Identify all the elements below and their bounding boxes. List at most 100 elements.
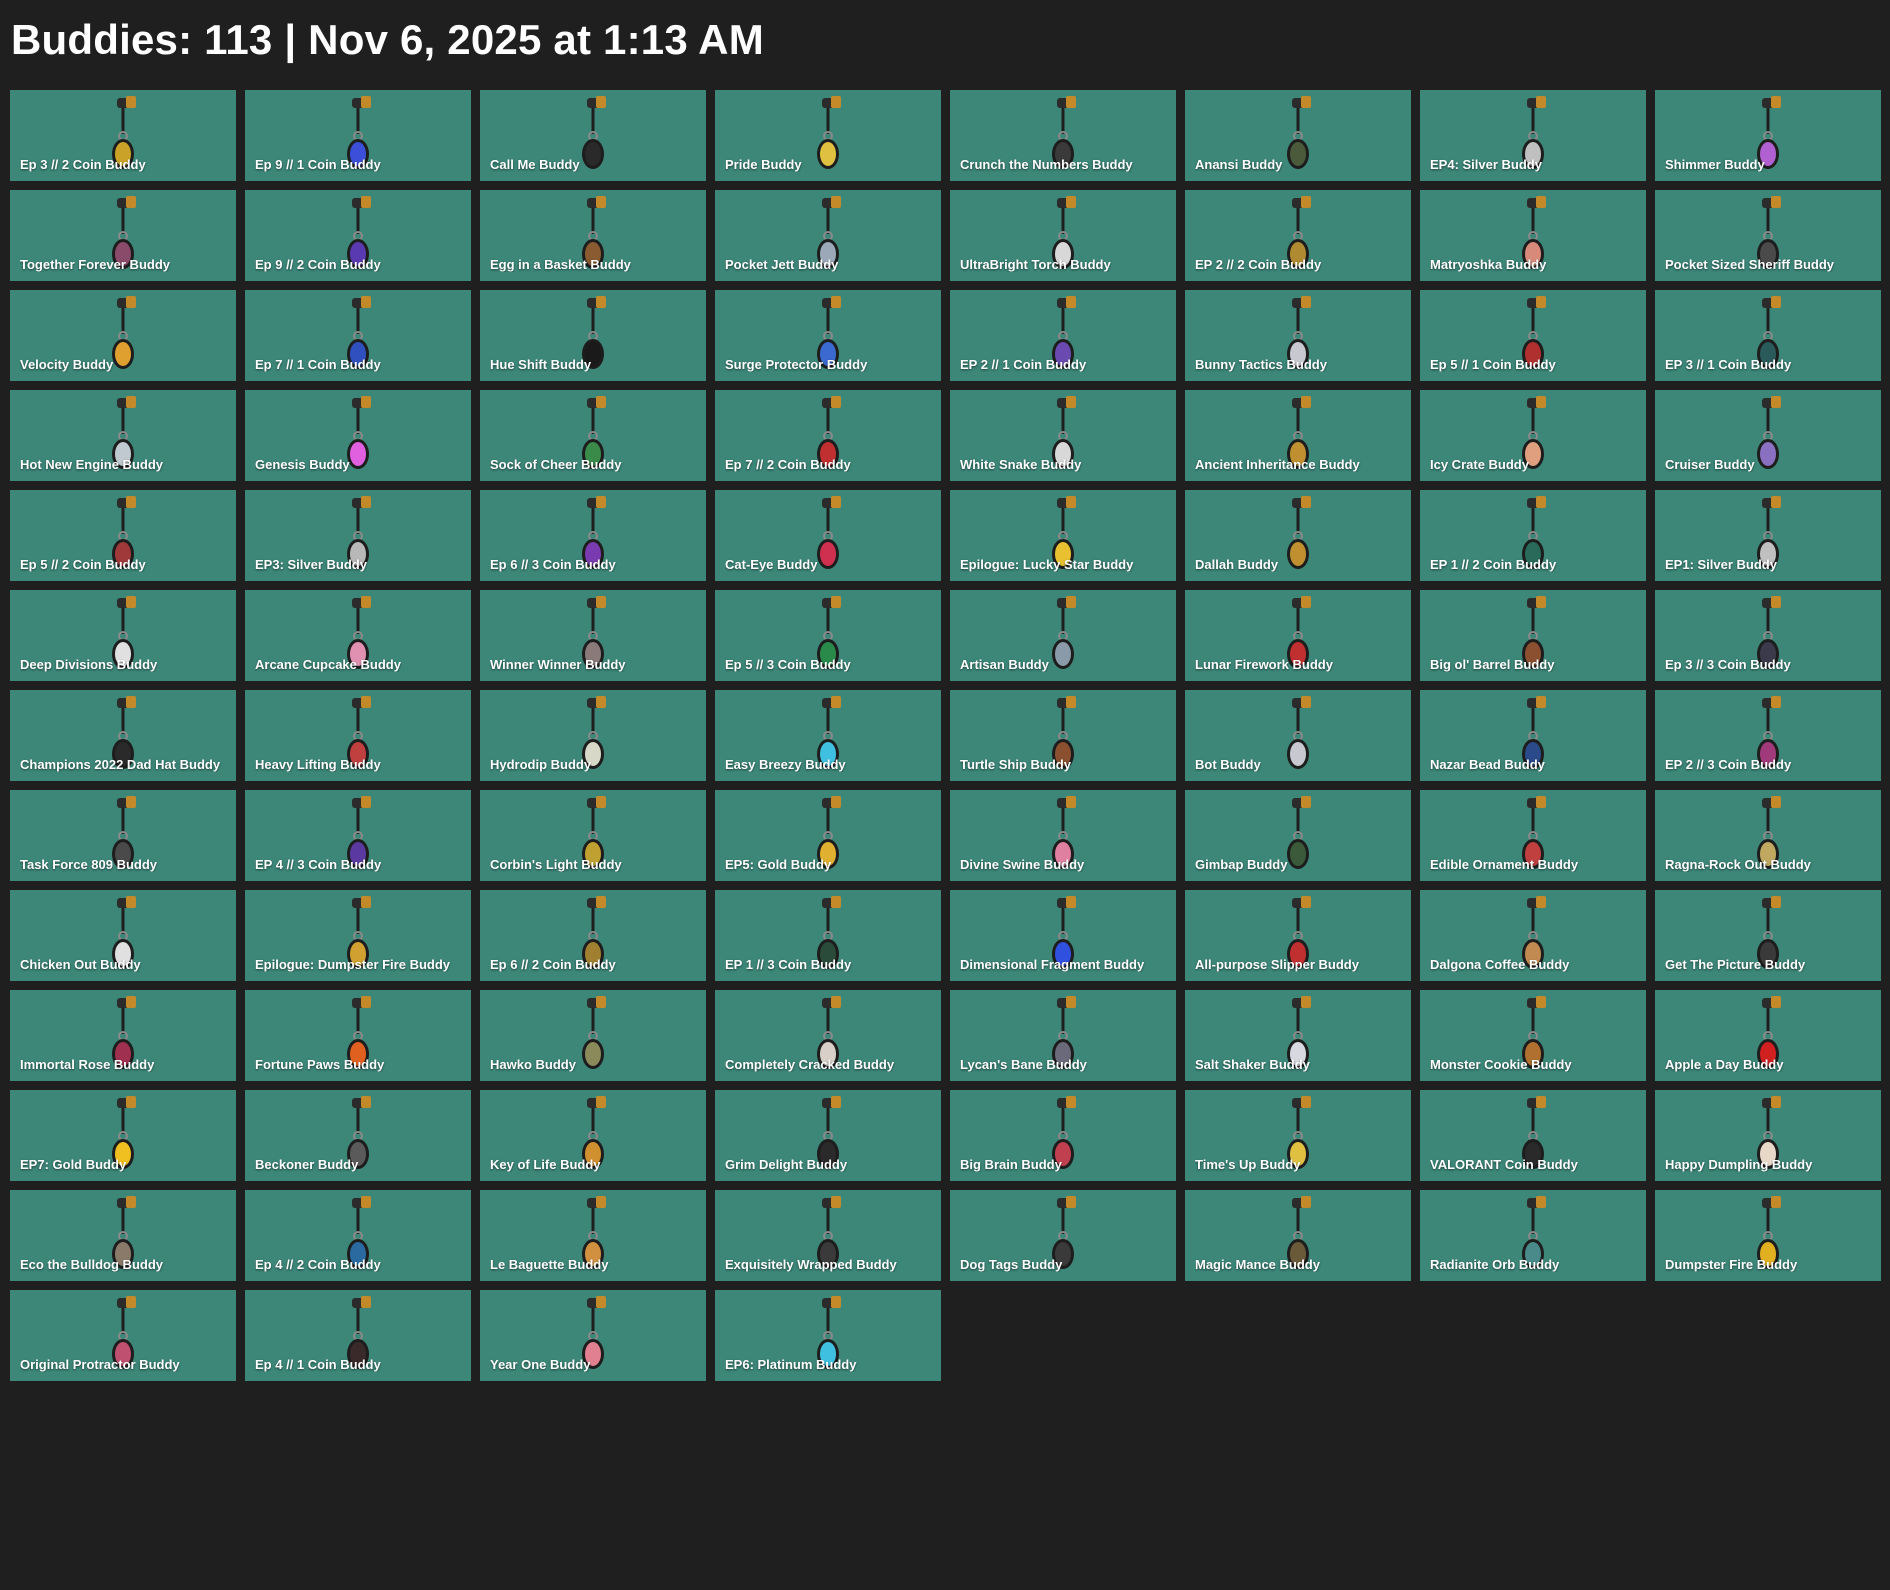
buddy-tile[interactable]: VALORANT Coin Buddy — [1420, 1090, 1646, 1181]
buddy-tile[interactable]: Grim Delight Buddy — [715, 1090, 941, 1181]
buddy-tile[interactable]: Task Force 809 Buddy — [10, 790, 236, 881]
buddy-tile[interactable]: Ep 6 // 3 Coin Buddy — [480, 490, 706, 581]
buddy-tile[interactable]: Le Baguette Buddy — [480, 1190, 706, 1281]
buddy-tile[interactable]: Bunny Tactics Buddy — [1185, 290, 1411, 381]
buddy-tile[interactable]: Heavy Lifting Buddy — [245, 690, 471, 781]
buddy-tile[interactable]: Ancient Inheritance Buddy — [1185, 390, 1411, 481]
buddy-tile[interactable]: EP4: Silver Buddy — [1420, 90, 1646, 181]
buddy-tile[interactable]: Big ol' Barrel Buddy — [1420, 590, 1646, 681]
buddy-tile[interactable]: Arcane Cupcake Buddy — [245, 590, 471, 681]
buddy-tile[interactable]: Champions 2022 Dad Hat Buddy — [10, 690, 236, 781]
buddy-tile[interactable]: Ep 9 // 2 Coin Buddy — [245, 190, 471, 281]
buddy-tile[interactable]: Corbin's Light Buddy — [480, 790, 706, 881]
buddy-tile[interactable]: Hydrodip Buddy — [480, 690, 706, 781]
buddy-tile[interactable]: Big Brain Buddy — [950, 1090, 1176, 1181]
buddy-tile[interactable]: Ep 3 // 3 Coin Buddy — [1655, 590, 1881, 681]
buddy-tile[interactable]: Dimensional Fragment Buddy — [950, 890, 1176, 981]
buddy-tile[interactable]: Gimbap Buddy — [1185, 790, 1411, 881]
buddy-tile[interactable]: Icy Crate Buddy — [1420, 390, 1646, 481]
buddy-tile[interactable]: Ep 9 // 1 Coin Buddy — [245, 90, 471, 181]
buddy-tile[interactable]: Bot Buddy — [1185, 690, 1411, 781]
buddy-tile[interactable]: Dog Tags Buddy — [950, 1190, 1176, 1281]
buddy-tile[interactable]: EP 2 // 3 Coin Buddy — [1655, 690, 1881, 781]
buddy-tile[interactable]: Dalgona Coffee Buddy — [1420, 890, 1646, 981]
buddy-tile[interactable]: Time's Up Buddy — [1185, 1090, 1411, 1181]
buddy-tile[interactable]: Salt Shaker Buddy — [1185, 990, 1411, 1081]
buddy-tile[interactable]: Divine Swine Buddy — [950, 790, 1176, 881]
buddy-tile[interactable]: Matryoshka Buddy — [1420, 190, 1646, 281]
buddy-tile[interactable]: Edible Ornament Buddy — [1420, 790, 1646, 881]
buddy-tile[interactable]: EP 1 // 3 Coin Buddy — [715, 890, 941, 981]
buddy-tile[interactable]: Original Protractor Buddy — [10, 1290, 236, 1381]
buddy-tile[interactable]: Pocket Sized Sheriff Buddy — [1655, 190, 1881, 281]
buddy-tile[interactable]: Beckoner Buddy — [245, 1090, 471, 1181]
buddy-tile[interactable]: Velocity Buddy — [10, 290, 236, 381]
buddy-tile[interactable]: Call Me Buddy — [480, 90, 706, 181]
buddy-tile[interactable]: Monster Cookie Buddy — [1420, 990, 1646, 1081]
buddy-tile[interactable]: Deep Divisions Buddy — [10, 590, 236, 681]
buddy-tile[interactable]: Nazar Bead Buddy — [1420, 690, 1646, 781]
buddy-tile[interactable]: White Snake Buddy — [950, 390, 1176, 481]
buddy-tile[interactable]: Sock of Cheer Buddy — [480, 390, 706, 481]
buddy-tile[interactable]: Genesis Buddy — [245, 390, 471, 481]
buddy-tile[interactable]: Radianite Orb Buddy — [1420, 1190, 1646, 1281]
buddy-tile[interactable]: Epilogue: Lucky Star Buddy — [950, 490, 1176, 581]
buddy-tile[interactable]: Hawko Buddy — [480, 990, 706, 1081]
buddy-tile[interactable]: Ep 6 // 2 Coin Buddy — [480, 890, 706, 981]
buddy-tile[interactable]: Shimmer Buddy — [1655, 90, 1881, 181]
buddy-tile[interactable]: EP6: Platinum Buddy — [715, 1290, 941, 1381]
buddy-tile[interactable]: Easy Breezy Buddy — [715, 690, 941, 781]
buddy-tile[interactable]: Hue Shift Buddy — [480, 290, 706, 381]
buddy-tile[interactable]: Exquisitely Wrapped Buddy — [715, 1190, 941, 1281]
buddy-tile[interactable]: Chicken Out Buddy — [10, 890, 236, 981]
buddy-tile[interactable]: Pocket Jett Buddy — [715, 190, 941, 281]
buddy-tile[interactable]: Artisan Buddy — [950, 590, 1176, 681]
buddy-tile[interactable]: Surge Protector Buddy — [715, 290, 941, 381]
buddy-tile[interactable]: Turtle Ship Buddy — [950, 690, 1176, 781]
buddy-tile[interactable]: Immortal Rose Buddy — [10, 990, 236, 1081]
buddy-tile[interactable]: Magic Mance Buddy — [1185, 1190, 1411, 1281]
buddy-tile[interactable]: Lycan's Bane Buddy — [950, 990, 1176, 1081]
buddy-tile[interactable]: Eco the Bulldog Buddy — [10, 1190, 236, 1281]
buddy-tile[interactable]: Winner Winner Buddy — [480, 590, 706, 681]
buddy-tile[interactable]: Completely Cracked Buddy — [715, 990, 941, 1081]
buddy-tile[interactable]: Egg in a Basket Buddy — [480, 190, 706, 281]
buddy-tile[interactable]: Ragna-Rock Out Buddy — [1655, 790, 1881, 881]
buddy-tile[interactable]: Ep 5 // 1 Coin Buddy — [1420, 290, 1646, 381]
buddy-tile[interactable]: EP 4 // 3 Coin Buddy — [245, 790, 471, 881]
buddy-tile[interactable]: Hot New Engine Buddy — [10, 390, 236, 481]
buddy-tile[interactable]: EP 3 // 1 Coin Buddy — [1655, 290, 1881, 381]
buddy-tile[interactable]: Year One Buddy — [480, 1290, 706, 1381]
buddy-tile[interactable]: Ep 3 // 2 Coin Buddy — [10, 90, 236, 181]
buddy-tile[interactable]: Ep 7 // 1 Coin Buddy — [245, 290, 471, 381]
buddy-tile[interactable]: Dumpster Fire Buddy — [1655, 1190, 1881, 1281]
buddy-tile[interactable]: EP 2 // 1 Coin Buddy — [950, 290, 1176, 381]
buddy-tile[interactable]: Anansi Buddy — [1185, 90, 1411, 181]
buddy-tile[interactable]: Happy Dumpling Buddy — [1655, 1090, 1881, 1181]
buddy-tile[interactable]: Crunch the Numbers Buddy — [950, 90, 1176, 181]
buddy-tile[interactable]: EP5: Gold Buddy — [715, 790, 941, 881]
buddy-tile[interactable]: Ep 7 // 2 Coin Buddy — [715, 390, 941, 481]
buddy-tile[interactable]: Cruiser Buddy — [1655, 390, 1881, 481]
buddy-tile[interactable]: UltraBright Torch Buddy — [950, 190, 1176, 281]
buddy-tile[interactable]: Ep 4 // 1 Coin Buddy — [245, 1290, 471, 1381]
buddy-tile[interactable]: EP 2 // 2 Coin Buddy — [1185, 190, 1411, 281]
buddy-tile[interactable]: All-purpose Slipper Buddy — [1185, 890, 1411, 981]
buddy-tile[interactable]: Key of Life Buddy — [480, 1090, 706, 1181]
buddy-tile[interactable]: Fortune Paws Buddy — [245, 990, 471, 1081]
buddy-tile[interactable]: Get The Picture Buddy — [1655, 890, 1881, 981]
buddy-tile[interactable]: Together Forever Buddy — [10, 190, 236, 281]
buddy-tile[interactable]: Ep 5 // 2 Coin Buddy — [10, 490, 236, 581]
buddy-tile[interactable]: EP 1 // 2 Coin Buddy — [1420, 490, 1646, 581]
buddy-tile[interactable]: EP3: Silver Buddy — [245, 490, 471, 581]
buddy-tile[interactable]: Cat-Eye Buddy — [715, 490, 941, 581]
buddy-tile[interactable]: Lunar Firework Buddy — [1185, 590, 1411, 681]
buddy-tile[interactable]: Epilogue: Dumpster Fire Buddy — [245, 890, 471, 981]
buddy-tile[interactable]: Apple a Day Buddy — [1655, 990, 1881, 1081]
buddy-tile[interactable]: EP7: Gold Buddy — [10, 1090, 236, 1181]
buddy-tile[interactable]: Ep 5 // 3 Coin Buddy — [715, 590, 941, 681]
buddy-tile[interactable]: Dallah Buddy — [1185, 490, 1411, 581]
buddy-tile[interactable]: Pride Buddy — [715, 90, 941, 181]
buddy-tile[interactable]: Ep 4 // 2 Coin Buddy — [245, 1190, 471, 1281]
buddy-tile[interactable]: EP1: Silver Buddy — [1655, 490, 1881, 581]
